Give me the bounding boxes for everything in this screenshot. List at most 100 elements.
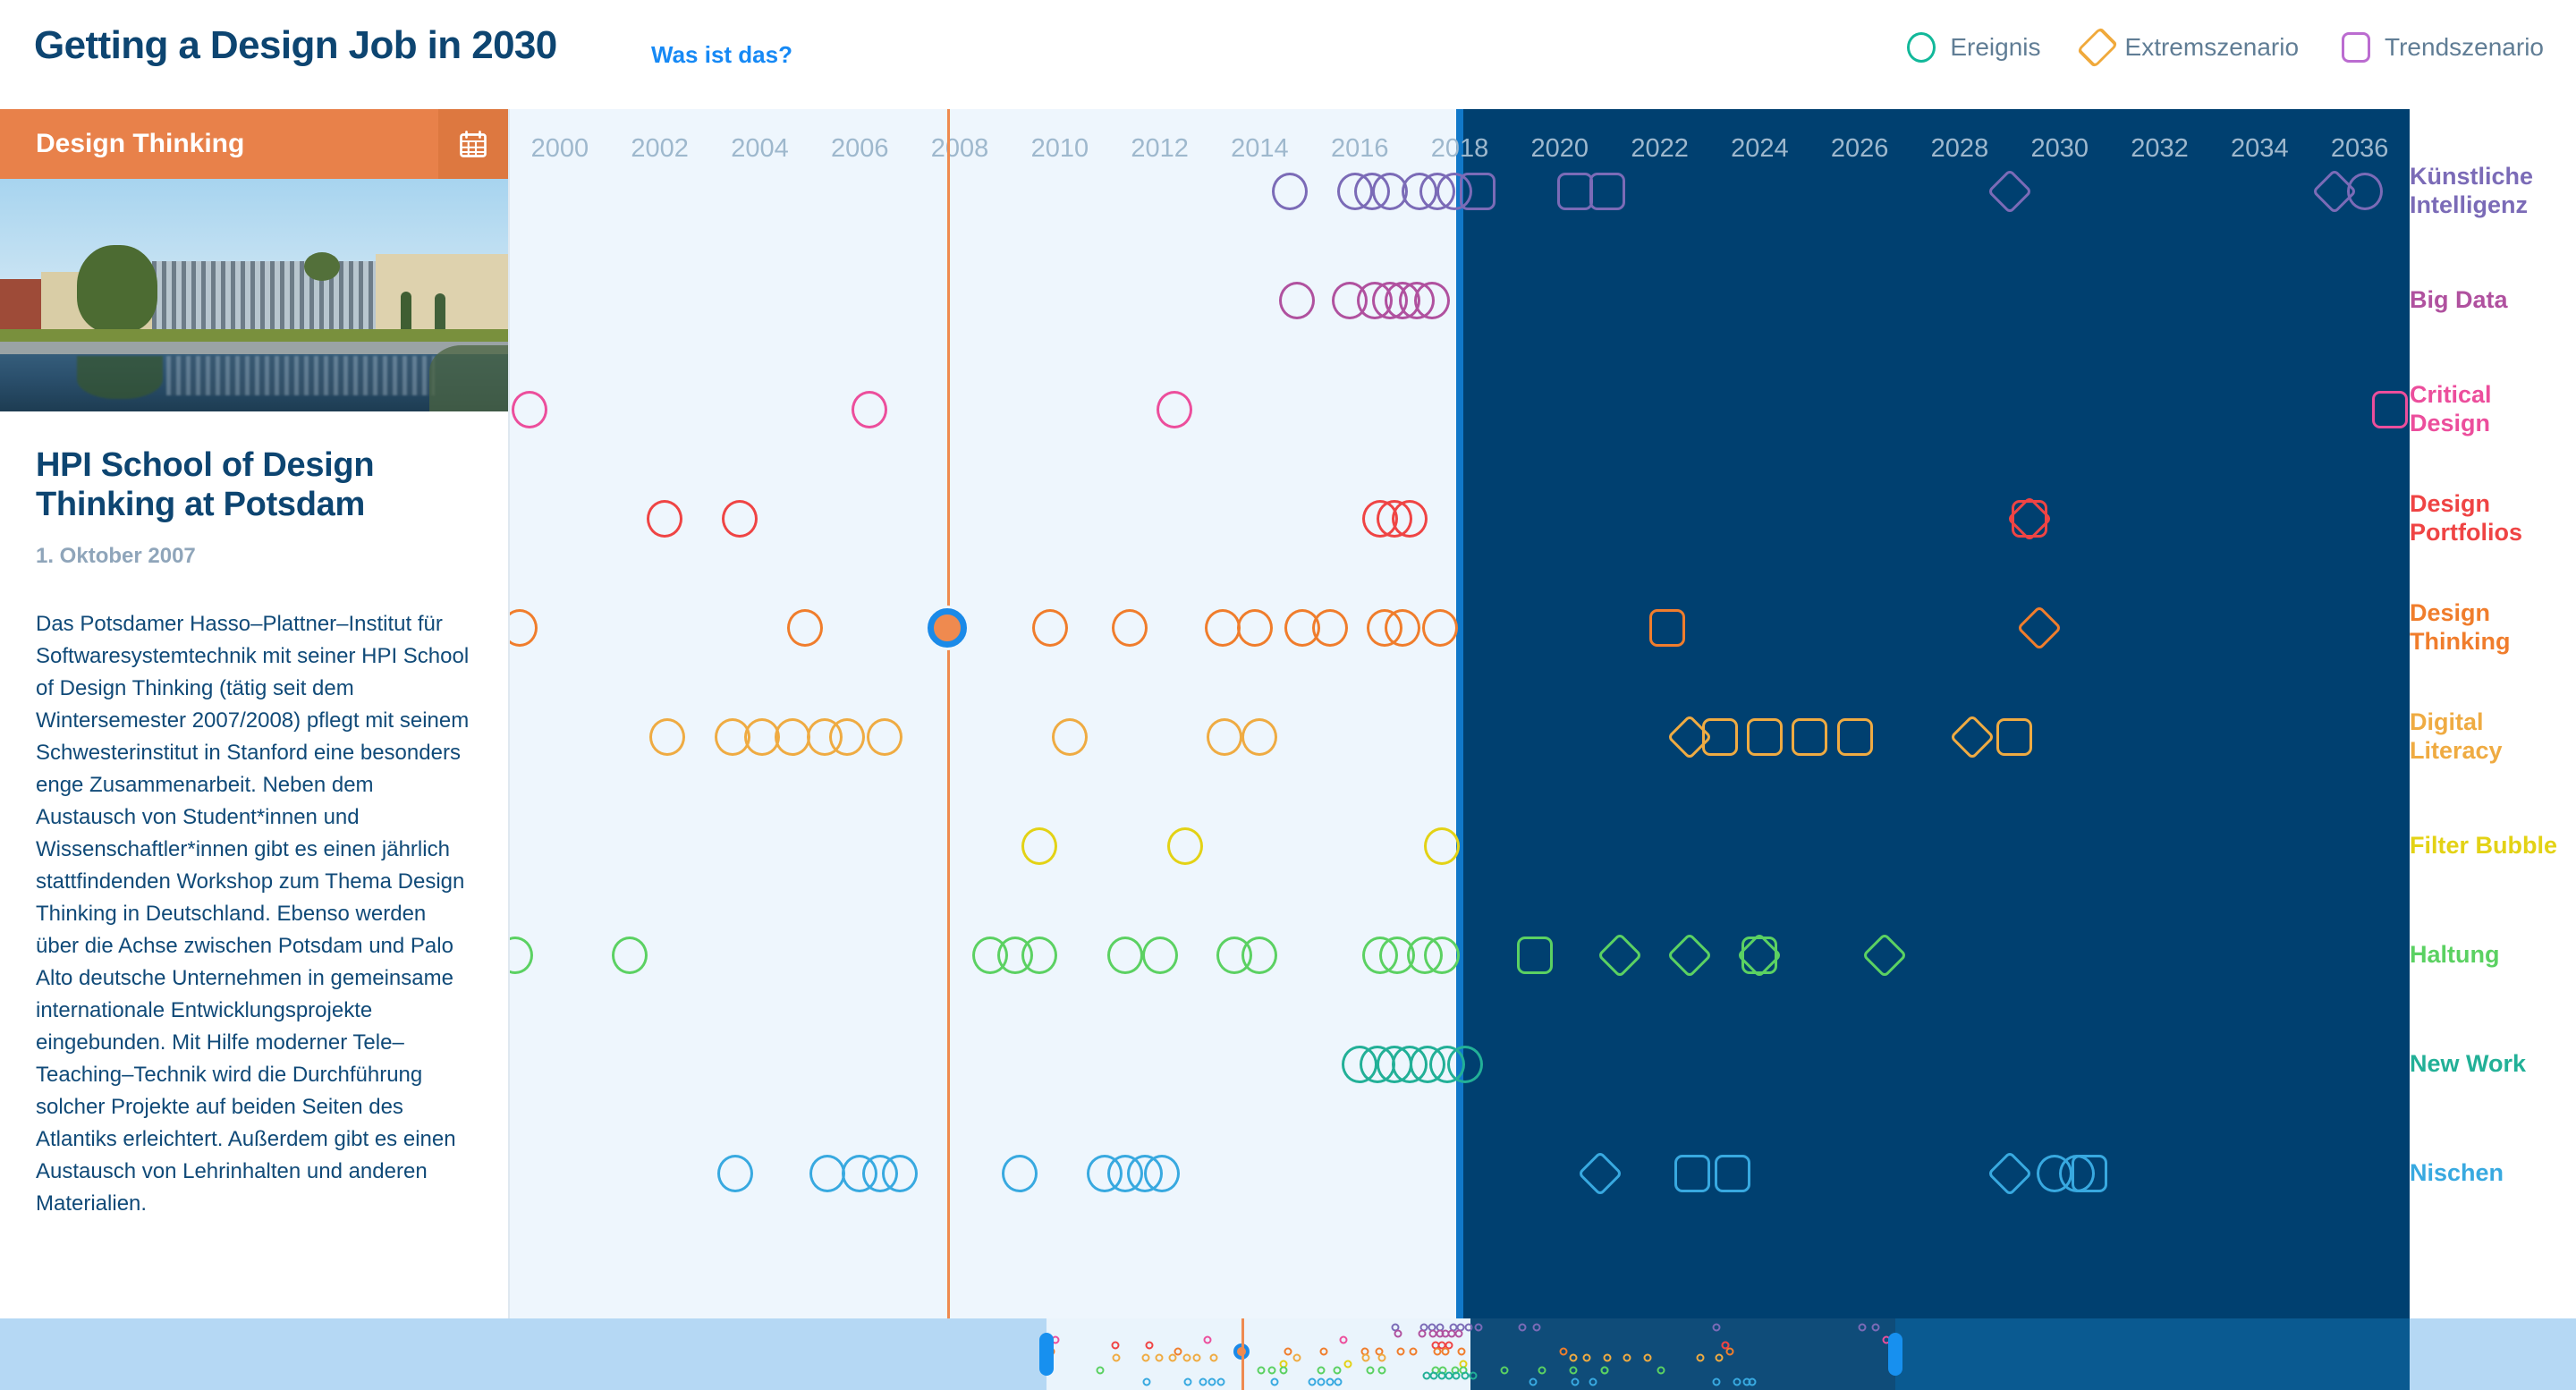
- event-marker-circle[interactable]: [1112, 609, 1148, 647]
- trend-marker-square[interactable]: [1792, 718, 1828, 756]
- event-marker-circle[interactable]: [1141, 937, 1178, 974]
- event-marker-circle[interactable]: [1384, 609, 1420, 647]
- future-region: [1460, 109, 2410, 1318]
- event-marker-circle[interactable]: [1021, 827, 1058, 865]
- event-marker-circle[interactable]: [1271, 173, 1308, 210]
- event-marker-circle[interactable]: [612, 937, 648, 974]
- event-marker-circle[interactable]: [786, 609, 823, 647]
- trend-marker-square[interactable]: [1701, 718, 1738, 756]
- minimap-dot: [1422, 1371, 1431, 1380]
- about-link[interactable]: Was ist das?: [651, 41, 792, 69]
- category-label-big-data[interactable]: Big Data: [2410, 286, 2576, 315]
- event-marker-circle[interactable]: [1311, 609, 1348, 647]
- card-title: HPI School of Design Thinking at Potsdam: [36, 446, 375, 524]
- event-marker-circle[interactable]: [1207, 718, 1243, 756]
- event-marker-circle[interactable]: [2346, 173, 2383, 210]
- trend-marker-square[interactable]: [1589, 173, 1625, 210]
- event-marker-circle[interactable]: [1424, 937, 1461, 974]
- playhead-line[interactable]: [947, 109, 951, 1318]
- event-marker-circle[interactable]: [1414, 282, 1451, 319]
- event-marker-circle[interactable]: [512, 391, 548, 428]
- event-marker-circle[interactable]: [1279, 282, 1316, 319]
- event-marker-circle[interactable]: [1106, 937, 1143, 974]
- minimap-playhead: [1241, 1318, 1245, 1390]
- event-marker-circle[interactable]: [1031, 609, 1068, 647]
- event-marker-circle[interactable]: [716, 1155, 753, 1192]
- event-marker-circle[interactable]: [1446, 1046, 1483, 1083]
- event-marker-circle[interactable]: [774, 718, 810, 756]
- trend-marker-square[interactable]: [1459, 173, 1496, 210]
- trend-marker-square[interactable]: [1741, 937, 1778, 974]
- minimap-dot: [1623, 1353, 1631, 1362]
- event-marker-circle[interactable]: [881, 1155, 918, 1192]
- year-tick-2026: 2026: [1830, 134, 1889, 163]
- trend-marker-square[interactable]: [1836, 718, 1873, 756]
- event-marker-circle[interactable]: [647, 500, 683, 538]
- minimap-dot: [1569, 1366, 1578, 1375]
- trend-marker-square[interactable]: [1516, 937, 1553, 974]
- minimap-handle-left[interactable]: [1038, 1333, 1054, 1376]
- event-marker-circle[interactable]: [1241, 718, 1278, 756]
- event-marker-circle[interactable]: [1236, 609, 1273, 647]
- event-marker-circle[interactable]: [1392, 500, 1428, 538]
- event-marker-circle[interactable]: [1052, 718, 1089, 756]
- event-marker-circle[interactable]: [1421, 609, 1458, 647]
- minimap-dot: [1333, 1366, 1342, 1375]
- trend-marker-square[interactable]: [1996, 718, 2033, 756]
- minimap-dot: [1396, 1347, 1405, 1356]
- selected-event-marker[interactable]: [928, 608, 968, 648]
- minimap-dot: [1377, 1366, 1386, 1375]
- calendar-icon[interactable]: [438, 109, 508, 179]
- minimap-dot: [1529, 1377, 1538, 1386]
- event-marker-circle[interactable]: [649, 718, 686, 756]
- category-label-design-thinking[interactable]: Design Thinking: [2410, 599, 2576, 657]
- category-label-new-work[interactable]: New Work: [2410, 1050, 2576, 1079]
- minimap-dot: [1142, 1377, 1151, 1386]
- category-label-künstliche-intelligenz[interactable]: Künstliche Intelligenz: [2410, 163, 2576, 220]
- event-marker-circle[interactable]: [1424, 827, 1461, 865]
- event-marker-circle[interactable]: [1144, 1155, 1181, 1192]
- year-tick-2012: 2012: [1131, 134, 1189, 163]
- category-label-critical-design[interactable]: Critical Design: [2410, 381, 2576, 438]
- minimap[interactable]: [510, 1318, 2410, 1390]
- minimap-dot: [1145, 1341, 1154, 1350]
- trend-marker-square[interactable]: [1746, 718, 1783, 756]
- event-marker-circle[interactable]: [722, 500, 758, 538]
- event-marker-circle[interactable]: [1166, 827, 1203, 865]
- trend-marker-square[interactable]: [2012, 500, 2048, 538]
- category-label-digital-literacy[interactable]: Digital Literacy: [2410, 708, 2576, 766]
- trend-marker-square[interactable]: [1648, 609, 1685, 647]
- minimap-dot: [1715, 1353, 1724, 1362]
- trend-marker-square[interactable]: [2072, 1155, 2108, 1192]
- event-marker-circle[interactable]: [510, 609, 538, 647]
- minimap-handle-right[interactable]: [1888, 1333, 1903, 1376]
- category-label-haltung[interactable]: Haltung: [2410, 941, 2576, 970]
- event-marker-circle[interactable]: [510, 937, 533, 974]
- legend-item-trendszenario[interactable]: Trendszenario: [2342, 32, 2544, 63]
- event-marker-circle[interactable]: [1002, 1155, 1038, 1192]
- event-marker-circle[interactable]: [829, 718, 866, 756]
- card-description: Das Potsdamer Hasso–Plattner–Institut fü…: [36, 612, 470, 1216]
- top-bar: Getting a Design Job in 2030 Was ist das…: [0, 0, 2576, 109]
- year-tick-2002: 2002: [631, 134, 689, 163]
- minimap-dot: [1112, 1353, 1121, 1362]
- category-label-filter-bubble[interactable]: Filter Bubble: [2410, 832, 2576, 860]
- event-marker-circle[interactable]: [1157, 391, 1193, 428]
- category-label-nischen[interactable]: Nischen: [2410, 1159, 2576, 1188]
- trend-marker-square[interactable]: [2371, 391, 2408, 428]
- minimap-dot: [1712, 1323, 1721, 1332]
- event-marker-circle[interactable]: [1021, 937, 1058, 974]
- event-marker-circle[interactable]: [1241, 937, 1278, 974]
- legend-item-extremszenario[interactable]: Extremszenario: [2076, 26, 2299, 69]
- legend-item-ereignis[interactable]: Ereignis: [1907, 32, 2041, 63]
- event-marker-circle[interactable]: [867, 718, 903, 756]
- event-marker-circle[interactable]: [1204, 609, 1241, 647]
- detail-card: Design Thinking HPI School of Design Thi…: [0, 109, 510, 1390]
- trend-marker-square[interactable]: [1674, 1155, 1710, 1192]
- event-marker-circle[interactable]: [809, 1155, 845, 1192]
- timeline-canvas[interactable]: 2000 2002 2004 2006 2008 2010 2012 2014 2016 2018…: [510, 109, 2410, 1318]
- trend-marker-square[interactable]: [1714, 1155, 1750, 1192]
- category-label-design-portfolios[interactable]: Design Portfolios: [2410, 490, 2576, 547]
- event-marker-circle[interactable]: [852, 391, 888, 428]
- trend-marker-square[interactable]: [1556, 173, 1593, 210]
